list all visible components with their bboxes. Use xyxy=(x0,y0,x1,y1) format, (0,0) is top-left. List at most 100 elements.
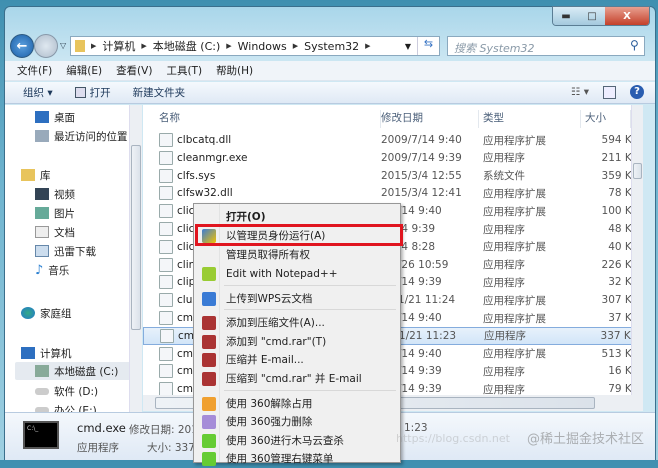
sidebar-item-music[interactable]: ♪ 音乐 xyxy=(35,261,69,279)
close-button[interactable]: X xyxy=(605,7,649,25)
forward-button[interactable] xyxy=(34,34,58,58)
desktop-icon xyxy=(35,111,49,123)
file-list-scroll-thumb[interactable] xyxy=(633,163,642,179)
refresh-icon[interactable]: ⇆ xyxy=(417,37,439,55)
sidebar-item-thunder-downloads[interactable]: 迅雷下载 xyxy=(35,242,96,260)
address-bar[interactable]: ▶ 计算机 ▶ 本地磁盘 (C:) ▶ Windows ▶ System32 ▶ ▼ ⇆ xyxy=(70,36,440,56)
file-name: clfsw32.dll xyxy=(177,187,233,200)
help-icon[interactable]: ? xyxy=(630,85,644,99)
context-menu-label: 压缩到 "cmd.rar" 并 E-mail xyxy=(226,373,362,385)
search-icon[interactable]: ⚲ xyxy=(630,38,639,52)
sidebar-item-d-drive[interactable]: 软件 (D:) xyxy=(35,382,98,400)
column-header-type[interactable]: 类型 xyxy=(479,110,581,128)
context-menu-item[interactable]: 管理员取得所有权 xyxy=(196,245,398,264)
context-menu-item[interactable]: Edit with Notepad++ xyxy=(196,264,398,283)
library-icon xyxy=(21,169,35,181)
file-row[interactable]: clfs.sys 2015/3/4 12:55 系统文件 359 KB xyxy=(143,167,643,185)
file-icon xyxy=(159,204,173,219)
menu-edit[interactable]: 编辑(E) xyxy=(66,63,102,78)
back-button[interactable]: ← xyxy=(10,34,34,58)
sidebar-item-c-drive[interactable]: 本地磁盘 (C:) xyxy=(15,362,133,380)
search-input[interactable]: 搜索 System32 xyxy=(447,36,645,56)
breadcrumb-windows[interactable]: Windows xyxy=(238,40,287,53)
file-name: clic xyxy=(177,205,195,218)
context-menu-item[interactable]: 添加到压缩文件(A)... xyxy=(196,313,398,332)
breadcrumb-computer[interactable]: 计算机 xyxy=(102,38,135,54)
winrar-icon xyxy=(202,352,216,367)
column-header-date[interactable]: 修改日期 xyxy=(377,110,479,128)
organize-button[interactable]: 组织 ▾ xyxy=(23,85,53,100)
preview-pane-icon[interactable] xyxy=(603,85,616,99)
context-menu-label: 压缩并 E-mail... xyxy=(226,354,304,366)
run-as-admin-highlight xyxy=(195,224,403,246)
file-icon xyxy=(159,382,173,395)
open-icon xyxy=(74,87,86,98)
context-menu-item[interactable]: 使用 360解除占用 xyxy=(196,394,398,413)
file-list-scrollbar[interactable] xyxy=(631,105,643,395)
file-type: 系统文件 xyxy=(483,170,525,183)
file-type: 应用程序 xyxy=(483,276,525,289)
menu-file[interactable]: 文件(F) xyxy=(17,63,52,78)
menu-view[interactable]: 查看(V) xyxy=(116,63,152,78)
sidebar-scroll-thumb[interactable] xyxy=(131,145,141,330)
minimize-button[interactable]: ▬ xyxy=(553,7,579,25)
context-menu-item[interactable]: 压缩到 "cmd.rar" 并 E-mail xyxy=(196,369,398,388)
file-row[interactable]: clbcatq.dll 2009/7/14 9:40 应用程序扩展 594 KB xyxy=(143,131,643,149)
sidebar-label: 文档 xyxy=(54,226,75,239)
sidebar-label: 音乐 xyxy=(48,264,70,277)
file-type: 应用程序 xyxy=(484,330,526,343)
address-dropdown[interactable]: ▼ xyxy=(405,42,411,51)
column-header-name[interactable]: 名称 xyxy=(155,110,381,128)
menu-help[interactable]: 帮助(H) xyxy=(216,63,253,78)
sidebar-scrollbar[interactable] xyxy=(129,105,142,413)
open-button[interactable]: 打开 xyxy=(74,85,111,100)
file-icon xyxy=(159,257,173,272)
drive-icon xyxy=(35,365,49,377)
computer-icon xyxy=(21,347,35,359)
context-menu-label: 打开(O) xyxy=(226,211,266,223)
sidebar-item-homegroup[interactable]: 家庭组 xyxy=(21,304,72,322)
file-date: 2015/3/4 12:55 xyxy=(381,169,462,182)
view-options-icon[interactable]: ☷ ▾ xyxy=(571,86,589,98)
file-icon xyxy=(159,150,173,165)
pictures-icon xyxy=(35,207,49,219)
winrar-icon xyxy=(202,315,216,330)
sidebar-item-pictures[interactable]: 图片 xyxy=(35,204,75,222)
column-header-size[interactable]: 大小 xyxy=(581,110,631,128)
context-menu-item[interactable]: 使用 360管理右键菜单 xyxy=(196,449,398,468)
file-type: 应用程序 xyxy=(483,259,525,272)
context-menu-item[interactable]: 使用 360进行木马云查杀 xyxy=(196,431,398,450)
context-menu-item[interactable]: 添加到 "cmd.rar"(T) xyxy=(196,332,398,351)
menu-tools[interactable]: 工具(T) xyxy=(166,63,202,78)
wps-cloud-icon xyxy=(202,291,216,306)
sidebar-item-libraries[interactable]: 库 xyxy=(21,166,51,184)
sidebar-item-documents[interactable]: 文档 xyxy=(35,223,75,241)
context-menu-item[interactable]: 上传到WPS云文档 xyxy=(196,289,398,308)
documents-icon xyxy=(35,226,49,238)
breadcrumb-c-drive[interactable]: 本地磁盘 (C:) xyxy=(153,38,220,54)
sidebar-item-computer[interactable]: 计算机 xyxy=(21,344,72,362)
details-type: 应用程序 xyxy=(77,442,119,454)
context-menu-item[interactable]: 压缩并 E-mail... xyxy=(196,350,398,369)
file-type: 应用程序 xyxy=(483,365,525,378)
menu-separator xyxy=(224,390,396,391)
breadcrumb-system32[interactable]: System32 xyxy=(304,40,359,53)
watermark-url: https://blog.csdn.net xyxy=(396,432,510,445)
file-row[interactable]: cleanmgr.exe 2009/7/14 9:39 应用程序 211 KB xyxy=(143,149,643,167)
360-menu-icon xyxy=(202,451,216,466)
recent-pages-dropdown[interactable]: ▽ xyxy=(60,41,66,50)
sidebar-item-videos[interactable]: 视频 xyxy=(35,185,75,203)
maximize-button[interactable]: □ xyxy=(579,7,605,25)
sidebar-item-recent[interactable]: 最近访问的位置 xyxy=(35,127,128,145)
file-row[interactable]: clfsw32.dll 2015/3/4 12:41 应用程序扩展 78 KB xyxy=(143,184,643,202)
file-type: 应用程序扩展 xyxy=(483,134,546,147)
menu-bar: 文件(F) 编辑(E) 查看(V) 工具(T) 帮助(H) xyxy=(5,61,655,81)
navigation-pane: 桌面 最近访问的位置 库 视频 图片 文档 迅雷下载 ♪ 音乐 家庭组 计算机 本… xyxy=(5,105,142,413)
context-menu-label: 使用 360解除占用 xyxy=(226,398,313,410)
sidebar-label: 家庭组 xyxy=(40,307,72,320)
file-type: 应用程序 xyxy=(483,152,525,165)
details-file-name: cmd.exe xyxy=(77,421,126,435)
new-folder-button[interactable]: 新建文件夹 xyxy=(133,85,186,100)
sidebar-item-desktop[interactable]: 桌面 xyxy=(35,108,75,126)
context-menu-item[interactable]: 使用 360强力删除 xyxy=(196,412,398,431)
